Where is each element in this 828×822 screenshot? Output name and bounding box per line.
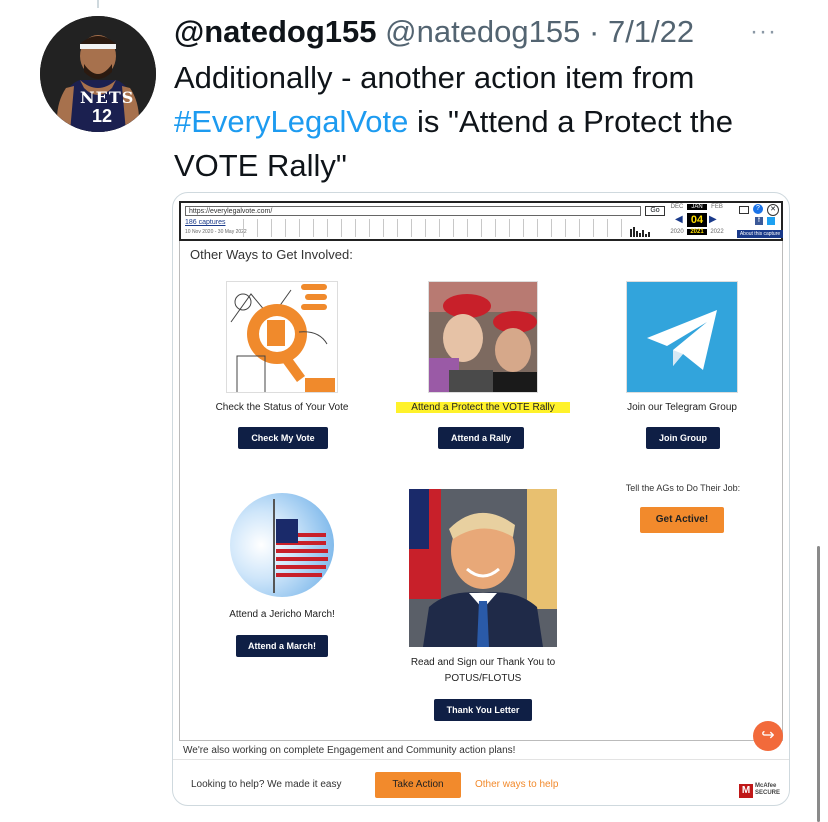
take-action-button[interactable]: Take Action xyxy=(375,772,461,798)
rally-photo xyxy=(428,281,538,393)
wayback-sparkline-icon xyxy=(630,227,650,237)
card-title-telegram: Join our Telegram Group xyxy=(627,402,737,413)
wayback-month-next[interactable]: FEB xyxy=(707,204,727,210)
hashtag-link[interactable]: #EveryLegalVote xyxy=(174,104,408,139)
jericho-march-flag-image xyxy=(228,489,336,599)
wayback-year-prev[interactable]: 2020 xyxy=(667,229,687,235)
display-name[interactable]: @natedog155 xyxy=(174,14,377,49)
wayback-year-current: 2021 xyxy=(687,229,707,235)
thank-you-title-line1: Read and Sign our Thank You to xyxy=(410,657,556,668)
tweet-header: @natedog155 @natedog155 · 7/1/22 xyxy=(174,14,694,50)
avatar[interactable]: NETS 12 xyxy=(40,16,156,132)
engagement-notice: We're also working on complete Engagemen… xyxy=(183,745,516,756)
wayback-months: DEC JAN FEB xyxy=(667,204,727,210)
avatar-jersey-number: 12 xyxy=(92,106,113,126)
attend-a-rally-button[interactable]: Attend a Rally xyxy=(438,427,524,449)
mcafee-secure-badge[interactable]: M McAfee SECURE xyxy=(739,782,785,802)
thank-you-letter-button[interactable]: Thank You Letter xyxy=(434,699,532,721)
wayback-toolbar: https://everylegalvote.com/ Go 186 captu… xyxy=(179,201,783,241)
tweet-date[interactable]: 7/1/22 xyxy=(608,14,694,49)
wayback-month-prev[interactable]: DEC xyxy=(667,204,687,210)
mcafee-line1: McAfee xyxy=(755,783,777,789)
twitter-icon[interactable] xyxy=(767,217,775,225)
page-scrollbar[interactable] xyxy=(817,546,820,822)
thread-connector-line xyxy=(97,0,99,8)
wayback-year-next[interactable]: 2022 xyxy=(707,229,727,235)
wayback-captures-link[interactable]: 186 captures xyxy=(185,219,225,226)
tweet-media-screenshot[interactable]: https://everylegalvote.com/ Go 186 captu… xyxy=(172,192,790,806)
wayback-years: 2020 2021 2022 xyxy=(667,229,727,235)
help-bar-text: Looking to help? We made it easy xyxy=(191,779,342,790)
attend-a-march-button[interactable]: Attend a March! xyxy=(236,635,328,657)
wayback-window-icon[interactable] xyxy=(739,206,749,214)
card-title-attend-rally: Attend a Protect the VOTE Rally xyxy=(396,402,570,413)
join-group-button[interactable]: Join Group xyxy=(646,427,720,449)
wayback-help-icon[interactable]: ? xyxy=(753,204,763,214)
tweet-text-part1: Additionally - another action item from xyxy=(174,60,695,95)
help-bar: Looking to help? We made it easy Take Ac… xyxy=(173,759,789,805)
tweet-text: Additionally - another action item from … xyxy=(174,56,774,188)
telegram-icon xyxy=(627,282,737,392)
wayback-prev-arrow-icon[interactable]: ◀ xyxy=(675,214,683,225)
mcafee-logo-icon: M xyxy=(739,784,753,798)
get-active-button[interactable]: Get Active! xyxy=(640,507,724,533)
section-heading: Other Ways to Get Involved: xyxy=(190,247,353,262)
wayback-current-day: 04 xyxy=(687,213,707,227)
wayback-month-current: JAN xyxy=(687,204,707,210)
wayback-go-button[interactable]: Go xyxy=(645,206,665,216)
more-options-icon[interactable]: ··· xyxy=(750,18,777,46)
other-ways-link[interactable]: Other ways to help xyxy=(475,779,558,790)
potus-portrait-photo xyxy=(409,489,557,647)
mcafee-line2: SECURE xyxy=(755,790,781,796)
card-title-thank-you: Read and Sign our Thank You to POTUS/FLO… xyxy=(376,655,590,687)
wayback-close-icon[interactable]: ✕ xyxy=(767,204,779,216)
thank-you-title-line2: POTUS/FLOTUS xyxy=(444,673,522,684)
check-my-vote-button[interactable]: Check My Vote xyxy=(238,427,328,449)
avatar-jersey-text: NETS xyxy=(80,88,135,107)
card-title-tell-ags: Tell the AGs to Do Their Job: xyxy=(625,483,741,493)
wayback-next-arrow-icon[interactable]: ▶ xyxy=(709,214,717,225)
wayback-url-field[interactable]: https://everylegalvote.com/ xyxy=(185,206,641,216)
facebook-icon[interactable]: f xyxy=(755,217,763,225)
separator-dot: · xyxy=(589,14,600,49)
everylegalvote-page: Other Ways to Get Involved: Check the St… xyxy=(179,241,783,741)
vote-status-illustration xyxy=(226,281,338,393)
telegram-logo xyxy=(626,281,738,393)
share-fab-icon[interactable]: ↪ xyxy=(753,721,783,751)
wayback-timeline[interactable] xyxy=(243,219,623,237)
user-handle[interactable]: @natedog155 xyxy=(385,14,580,49)
wayback-date-range: 10 Nov 2020 - 30 May 2022 xyxy=(185,229,247,235)
card-title-jericho-march: Attend a Jericho March! xyxy=(229,609,335,620)
card-title-check-status: Check the Status of Your Vote xyxy=(215,402,349,413)
wayback-about-capture[interactable]: About this capture xyxy=(737,230,783,238)
